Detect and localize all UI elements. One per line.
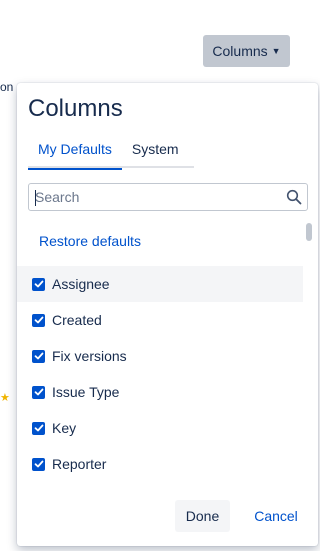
- checkbox-checked[interactable]: [32, 277, 45, 291]
- search-input[interactable]: [29, 184, 307, 210]
- list-scrollbar[interactable]: [303, 223, 315, 491]
- checkbox-checked[interactable]: [32, 313, 45, 327]
- checkbox-checked[interactable]: [32, 349, 45, 363]
- check-icon: [34, 316, 43, 324]
- text-caret: [35, 190, 36, 206]
- dialog-footer: Done Cancel: [17, 491, 318, 546]
- check-icon: [34, 388, 43, 396]
- option-label: Created: [52, 312, 102, 328]
- check-icon: [34, 280, 43, 288]
- done-button[interactable]: Done: [175, 500, 230, 532]
- check-icon: [34, 352, 43, 360]
- chevron-down-icon: ▼: [271, 46, 281, 56]
- cancel-button[interactable]: Cancel: [243, 500, 309, 532]
- tab-system[interactable]: System: [122, 138, 189, 168]
- checkbox-checked[interactable]: [32, 385, 45, 399]
- scrollbar-thumb[interactable]: [306, 223, 312, 241]
- option-key[interactable]: Key: [17, 410, 303, 446]
- column-list-area: Restore defaults Assignee Created Fix ve…: [17, 223, 318, 491]
- tab-my-defaults[interactable]: My Defaults: [28, 138, 122, 170]
- option-assignee[interactable]: Assignee: [17, 266, 303, 302]
- dialog-title: Columns: [28, 95, 123, 122]
- check-icon: [34, 424, 43, 432]
- columns-toggle-button[interactable]: Columns ▼: [203, 35, 290, 67]
- option-fix-versions[interactable]: Fix versions: [17, 338, 303, 374]
- tab-bar: My Defaults System: [28, 138, 194, 170]
- check-icon: [34, 460, 43, 468]
- columns-dialog: Columns My Defaults System Restore defau…: [17, 83, 318, 546]
- option-reporter[interactable]: Reporter: [17, 446, 303, 482]
- columns-toggle-label: Columns: [212, 43, 268, 59]
- option-label: Assignee: [52, 276, 110, 292]
- search-box: [28, 183, 308, 211]
- option-issue-type[interactable]: Issue Type: [17, 374, 303, 410]
- option-created[interactable]: Created: [17, 302, 303, 338]
- star-icon: ★: [0, 392, 10, 404]
- search-icon[interactable]: [286, 189, 302, 205]
- option-label: Fix versions: [52, 348, 127, 364]
- option-label: Issue Type: [52, 384, 120, 400]
- background-column-text: on: [0, 80, 14, 94]
- column-options: Assignee Created Fix versions Issue Type: [17, 266, 303, 482]
- restore-defaults-link[interactable]: Restore defaults: [39, 233, 141, 249]
- checkbox-checked[interactable]: [32, 421, 45, 435]
- option-label: Key: [52, 420, 77, 436]
- option-label: Reporter: [52, 456, 107, 472]
- checkbox-checked[interactable]: [32, 457, 45, 471]
